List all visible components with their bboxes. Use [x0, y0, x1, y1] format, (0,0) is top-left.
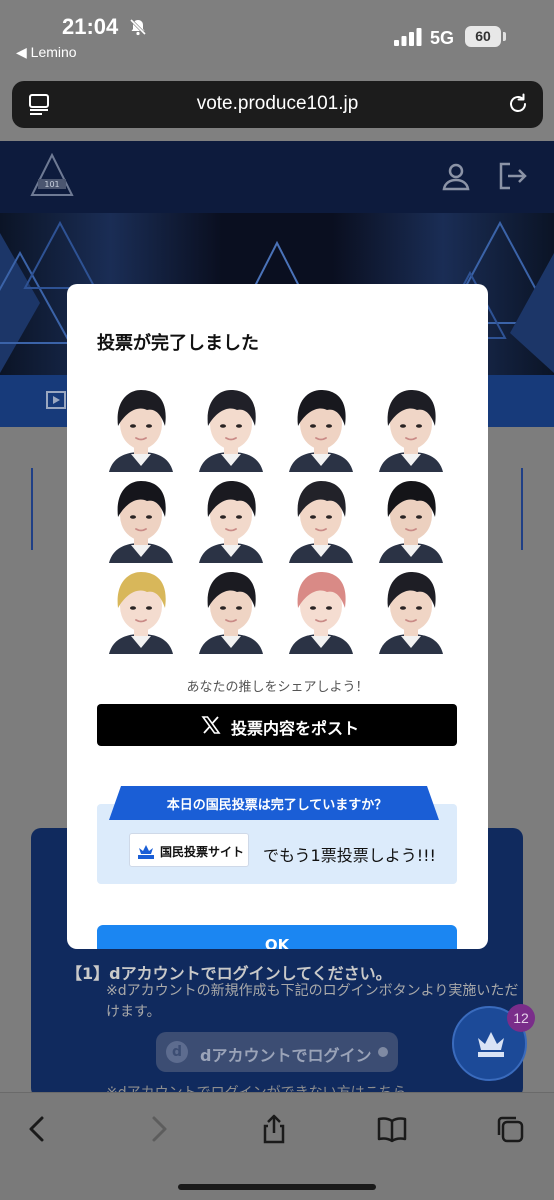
- battery-indicator: 60: [465, 26, 501, 47]
- back-arrow-icon[interactable]: [22, 1113, 54, 1145]
- back-to-app-link[interactable]: ◀ Lemino: [16, 44, 77, 61]
- svg-text:101: 101: [44, 180, 59, 189]
- network-type: 5G: [430, 28, 455, 48]
- trainee-photo: [199, 481, 263, 563]
- trainee-photo: [289, 390, 353, 472]
- divider-left: [31, 468, 33, 550]
- produce101-logo[interactable]: 101: [30, 153, 74, 199]
- trainee-photo: [199, 572, 263, 654]
- x-logo-icon: [201, 716, 221, 734]
- ok-button[interactable]: OK: [97, 925, 457, 949]
- play-icon[interactable]: [46, 391, 66, 409]
- url-text[interactable]: vote.produce101.jp: [12, 93, 543, 115]
- logout-icon[interactable]: [496, 160, 528, 192]
- bell-muted-icon: [129, 18, 147, 36]
- bookmarks-icon[interactable]: [376, 1113, 408, 1145]
- trainee-photo-grid: [109, 390, 443, 654]
- status-time: 21:04: [62, 14, 119, 39]
- home-indicator: [178, 1184, 376, 1190]
- trainee-photo: [379, 481, 443, 563]
- forward-arrow-icon[interactable]: [142, 1113, 174, 1145]
- share-icon[interactable]: [258, 1113, 290, 1145]
- share-prompt: あなたの推しをシェアしよう！: [186, 680, 369, 695]
- post-to-x-button[interactable]: 投票内容をポスト: [97, 704, 457, 746]
- trainee-photo: [379, 572, 443, 654]
- trainee-photo: [289, 572, 353, 654]
- trainee-photo: [289, 481, 353, 563]
- arrow-icon: [378, 1047, 388, 1057]
- notification-badge: 12: [507, 1004, 535, 1032]
- trainee-photo: [379, 390, 443, 472]
- post-button-label: 投票内容をポスト: [231, 719, 360, 738]
- modal-title: 投票が完了しました: [97, 333, 259, 354]
- ballot-crown-icon: [138, 845, 154, 859]
- promo-cta-text: でもう1票投票しよう!!!: [263, 846, 436, 865]
- reload-icon[interactable]: [507, 93, 529, 115]
- url-bar[interactable]: vote.produce101.jp: [12, 81, 543, 128]
- trainee-photo: [199, 390, 263, 472]
- tabs-icon[interactable]: [494, 1113, 526, 1145]
- user-account-icon[interactable]: [440, 160, 472, 192]
- signal-icon: [394, 28, 422, 46]
- battery-tip: [503, 32, 506, 41]
- trainee-photo: [109, 572, 173, 654]
- trainee-photo: [109, 390, 173, 472]
- promo-banner-text: 本日の国民投票は完了していますか？: [166, 798, 388, 813]
- national-vote-promo: 本日の国民投票は完了していますか？ 国民投票サイト でもう1票投票しよう!!!: [97, 786, 457, 884]
- vote-complete-modal: 投票が完了しました あなたの推しをシェアしよう！ 投票内容をポスト 本日の国民投…: [67, 284, 488, 949]
- ok-button-label: OK: [264, 936, 290, 949]
- status-bar: 21:04 ◀ Lemino 5G 60: [0, 0, 554, 70]
- divider-right: [521, 468, 523, 550]
- d-account-icon: d: [166, 1041, 188, 1063]
- d-account-login-label: dアカウントでログイン: [200, 1046, 372, 1065]
- national-vote-site-link[interactable]: 国民投票サイト: [129, 833, 249, 867]
- site-chip-label: 国民投票サイト: [160, 845, 245, 859]
- d-account-login-button[interactable]: d dアカウントでログイン: [156, 1032, 398, 1072]
- trainee-photo: [109, 481, 173, 563]
- crown-icon: [478, 1032, 504, 1057]
